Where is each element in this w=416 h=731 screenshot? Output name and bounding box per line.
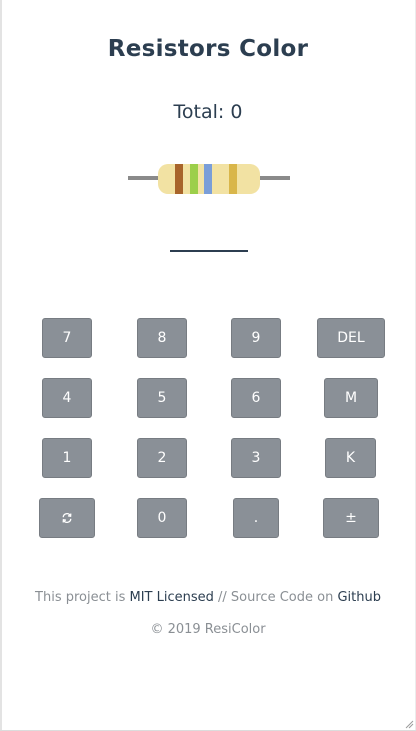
- key-label: 4: [62, 390, 72, 406]
- key-label: DEL: [337, 330, 365, 346]
- key-label: 3: [251, 450, 261, 466]
- band-blue: [204, 164, 212, 194]
- footer-copyright: © 2019 ResiColor: [150, 622, 266, 637]
- key-del[interactable]: DEL: [317, 318, 385, 358]
- key-0[interactable]: 0: [137, 498, 187, 538]
- total-display: Total: 0: [173, 101, 243, 123]
- refresh-icon: [62, 513, 72, 523]
- key-3[interactable]: 3: [231, 438, 281, 478]
- resize-grip-icon[interactable]: [405, 720, 414, 729]
- key-4[interactable]: 4: [42, 378, 92, 418]
- key-reset[interactable]: [39, 498, 95, 538]
- key-label: 1: [62, 450, 72, 466]
- key-kilo[interactable]: K: [325, 438, 376, 478]
- key-8[interactable]: 8: [137, 318, 187, 358]
- key-label: 8: [157, 330, 167, 346]
- resistor-lead-left: [128, 176, 162, 180]
- key-7[interactable]: 7: [42, 318, 92, 358]
- key-label: 7: [62, 330, 72, 346]
- key-1[interactable]: 1: [42, 438, 92, 478]
- footer-middle: // Source Code on: [213, 590, 338, 605]
- resistor-lead-right: [256, 176, 290, 180]
- key-5[interactable]: 5: [137, 378, 187, 418]
- key-label: .: [253, 510, 259, 526]
- github-link[interactable]: Github: [337, 590, 381, 605]
- band-green: [190, 164, 198, 194]
- key-label: K: [345, 450, 356, 466]
- key-2[interactable]: 2: [137, 438, 187, 478]
- key-label: 0: [157, 510, 167, 526]
- key-9[interactable]: 9: [231, 318, 281, 358]
- key-label: 5: [157, 390, 167, 406]
- mit-license-link[interactable]: MIT Licensed: [130, 590, 214, 605]
- value-input-underline[interactable]: [170, 250, 248, 252]
- key-label: 2: [157, 450, 167, 466]
- footer-prefix: This project is: [35, 590, 130, 605]
- resistor-illustration: [128, 164, 290, 194]
- key-label: ±: [345, 510, 357, 526]
- key-mega[interactable]: M: [324, 378, 378, 418]
- band-brown: [175, 164, 183, 194]
- key-6[interactable]: 6: [231, 378, 281, 418]
- page-title: Resistors Color: [107, 36, 309, 62]
- key-plus-minus[interactable]: ±: [323, 498, 379, 538]
- key-label: 6: [251, 390, 261, 406]
- band-gold: [229, 164, 237, 194]
- key-dot[interactable]: .: [233, 498, 279, 538]
- key-label: M: [344, 390, 358, 406]
- footer-license-line: This project is MIT Licensed // Source C…: [0, 590, 416, 605]
- key-label: 9: [251, 330, 261, 346]
